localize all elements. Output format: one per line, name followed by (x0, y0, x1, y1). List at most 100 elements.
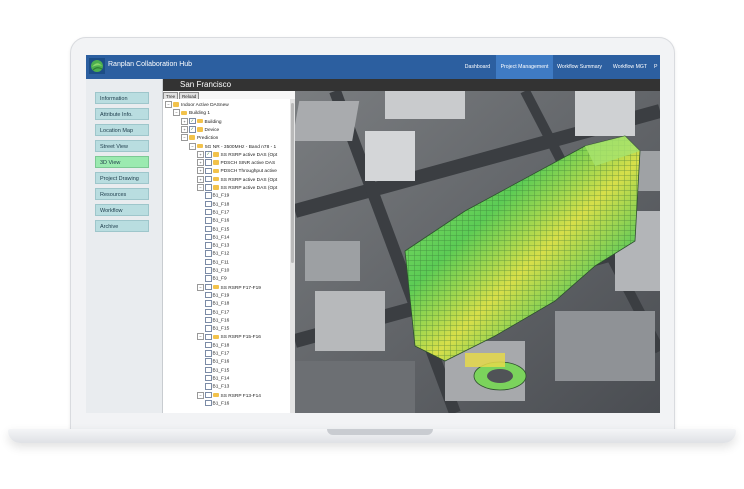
collapse-icon[interactable]: − (197, 184, 204, 191)
tree-row[interactable]: + PDSCH Throughput active (197, 167, 277, 175)
sidebar-item-street-view[interactable]: Street View (95, 140, 149, 152)
tree-row[interactable]: B1_F13 (205, 242, 229, 250)
tree-row[interactable]: − SS RSRP F17-F19 (197, 283, 261, 292)
nav-more[interactable]: P (654, 55, 660, 79)
nav-project-management[interactable]: Project Management (496, 55, 553, 79)
expand-icon[interactable]: + (197, 167, 204, 175)
layer-checkbox[interactable] (205, 184, 212, 191)
expand-icon[interactable]: + (197, 150, 204, 158)
sidebar-item-workflow[interactable]: Workflow (95, 204, 149, 216)
layer-checkbox[interactable] (205, 333, 212, 341)
layer-checkbox[interactable] (205, 200, 212, 208)
tree-row[interactable]: B1_F16 (205, 316, 229, 325)
layer-checkbox[interactable] (205, 383, 212, 390)
tree-row[interactable]: B1_F16 (205, 217, 229, 225)
collapse-icon[interactable]: − (197, 391, 204, 399)
layer-checkbox[interactable] (205, 308, 212, 315)
layer-checkbox[interactable]: ✓ (205, 151, 212, 158)
sidebar-item-project-drawing[interactable]: Project Drawing (95, 172, 149, 184)
tree-row[interactable]: + ✓ SS RSRP active DAS (Opt (197, 150, 277, 159)
tree-row[interactable]: B1_F14 (205, 374, 229, 383)
sidebar-item-attribute-info[interactable]: Attribute Info. (95, 108, 149, 120)
sidebar-item-information[interactable]: Information (95, 92, 149, 104)
tree-row[interactable]: − SS RSRP F15-F16 (197, 333, 261, 341)
layer-checkbox[interactable] (205, 275, 212, 282)
layer-checkbox[interactable] (205, 300, 212, 307)
sidebar-item-location-map[interactable]: Location Map (95, 124, 149, 136)
expand-icon[interactable]: + (181, 125, 188, 133)
layer-checkbox[interactable] (205, 159, 212, 166)
layer-checkbox[interactable] (205, 325, 212, 332)
layer-checkbox[interactable]: ✓ (189, 126, 196, 133)
layer-checkbox[interactable] (205, 399, 212, 407)
layer-checkbox[interactable] (205, 233, 212, 241)
nav-workflow-mgt[interactable]: Workflow MGT (606, 55, 654, 79)
tree-row[interactable]: B1_F17 (205, 350, 229, 358)
tree-row[interactable]: B1_F11 (205, 258, 229, 267)
layer-checkbox[interactable] (205, 217, 212, 224)
expand-icon[interactable]: + (197, 159, 204, 167)
sidebar-item-3d-view[interactable]: 3D View (95, 156, 149, 168)
layer-checkbox[interactable] (205, 242, 212, 249)
tree-row[interactable]: − SS RSRP active DAS (Opt (197, 184, 277, 192)
tree-row[interactable]: − Building 1 (173, 109, 210, 117)
layer-checkbox[interactable] (205, 374, 212, 382)
tree-scrollbar-thumb[interactable] (291, 103, 294, 263)
layer-checkbox[interactable] (205, 358, 212, 365)
tree-row[interactable]: − Prediction (181, 134, 218, 142)
layer-checkbox[interactable] (205, 366, 212, 374)
tree-row[interactable]: B1_F19 (205, 291, 229, 300)
tree-row[interactable]: + ✓ Device (181, 125, 219, 134)
collapse-icon[interactable]: − (189, 142, 196, 150)
tree-row[interactable]: B1_F14 (205, 233, 229, 242)
nav-dashboard[interactable]: Dashboard (460, 55, 495, 79)
3d-view-viewport[interactable] (295, 91, 660, 413)
tree-row[interactable]: + SS RSRP active DAS (Opt (197, 175, 277, 184)
tree-row[interactable]: B1_F17 (205, 208, 229, 217)
tree-row[interactable]: B1_F15 (205, 225, 229, 234)
tree-row[interactable]: B1_F9 (205, 275, 227, 283)
expand-icon[interactable]: + (181, 117, 188, 125)
collapse-icon[interactable]: − (173, 109, 180, 117)
layer-checkbox[interactable] (205, 341, 212, 349)
tree-row[interactable]: B1_F18 (205, 200, 229, 209)
tree-row[interactable]: B1_F18 (205, 300, 229, 308)
tree-row[interactable]: B1_F15 (205, 366, 229, 375)
tree-row[interactable]: B1_F16 (205, 358, 229, 366)
layer-checkbox[interactable] (205, 267, 212, 274)
layer-checkbox[interactable]: ✓ (189, 117, 196, 125)
layer-checkbox[interactable] (205, 391, 212, 399)
layer-checkbox[interactable] (205, 258, 212, 266)
tree-row[interactable]: B1_F18 (205, 341, 229, 350)
expand-icon[interactable]: + (197, 175, 204, 183)
layer-checkbox[interactable] (205, 175, 212, 183)
layer-checkbox[interactable] (205, 167, 212, 175)
sidebar-item-resources[interactable]: Resources (95, 188, 149, 200)
layer-checkbox[interactable] (205, 316, 212, 324)
tree-row[interactable]: − Indoor Active DASnew (165, 101, 229, 109)
sidebar-item-archive[interactable]: Archive (95, 220, 149, 232)
collapse-icon[interactable]: − (197, 333, 204, 341)
layer-checkbox[interactable] (205, 225, 212, 232)
tree-row[interactable]: B1_F15 (205, 325, 229, 333)
tree-row[interactable]: B1_F12 (205, 250, 229, 258)
tree-row[interactable]: B1_F17 (205, 308, 229, 317)
layer-checkbox[interactable] (205, 208, 212, 216)
layer-checkbox[interactable] (205, 283, 212, 291)
layer-checkbox[interactable] (205, 250, 212, 257)
tree-row[interactable]: + PDSCH SINR active DAS (197, 159, 275, 167)
tree-row[interactable]: B1_F16 (205, 399, 229, 408)
tree-row[interactable]: B1_F19 (205, 192, 229, 200)
layer-checkbox[interactable] (205, 291, 212, 299)
tree-row[interactable]: − 5G NR - 3500MHz - Band n78 - 1 (189, 142, 276, 151)
tree-row[interactable]: + ✓ Building (181, 117, 222, 126)
collapse-icon[interactable]: − (165, 101, 172, 108)
collapse-icon[interactable]: − (197, 283, 204, 291)
nav-workflow-summary[interactable]: Workflow Summary (554, 55, 605, 79)
collapse-icon[interactable]: − (181, 134, 188, 142)
tree-row[interactable]: B1_F10 (205, 267, 229, 275)
tree-row[interactable]: B1_F13 (205, 383, 229, 391)
layer-checkbox[interactable] (205, 192, 212, 199)
layer-checkbox[interactable] (205, 350, 212, 357)
tree-row[interactable]: − SS RSRP F13-F14 (197, 391, 261, 400)
